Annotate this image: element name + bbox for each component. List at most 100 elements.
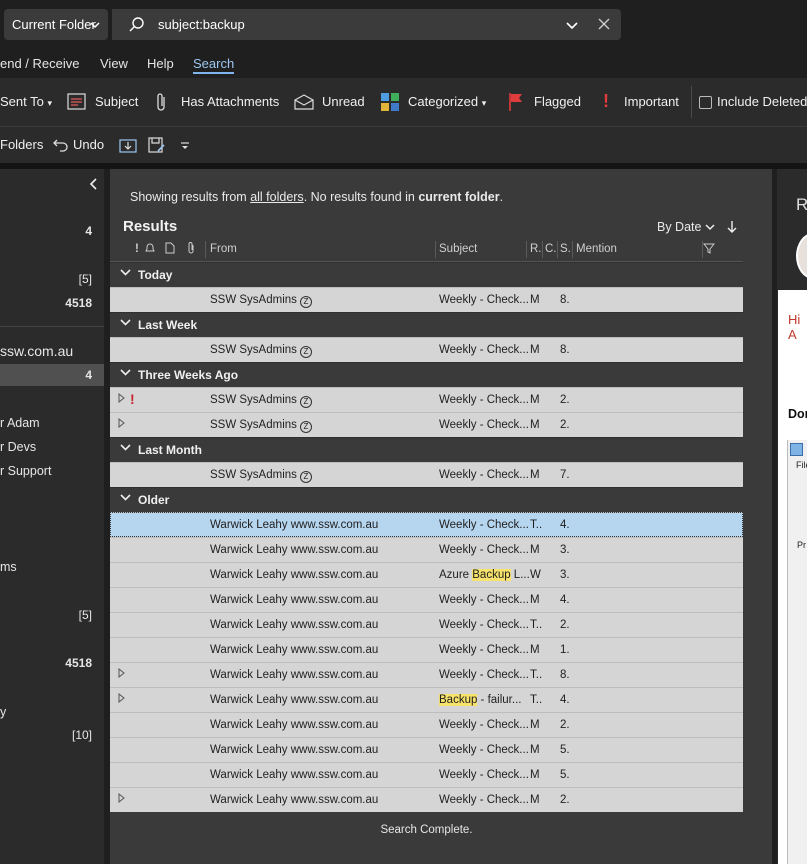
chevron-down-icon[interactable] [120,266,131,281]
folder-item-devs[interactable]: r Devs [0,440,36,454]
categories-column-header[interactable]: C. [545,243,557,255]
collapse-pane-icon[interactable] [89,178,97,193]
from-column-header[interactable]: From [210,243,237,255]
subject-column-header[interactable]: Subject [439,243,477,255]
sent-to-button[interactable]: Sent To ▾ [0,94,52,109]
message-row[interactable]: Warwick Leahy www.ssw.com.au Weekly - Che… [110,737,743,762]
customize-toolbar-icon[interactable] [180,139,190,154]
message-row[interactable]: Warwick Leahy www.ssw.com.au Weekly - Che… [110,512,743,537]
search-input[interactable]: subject:backup [112,9,621,40]
important-button[interactable]: Important [624,94,679,109]
sender-name: SSW SysAdmins [210,419,297,431]
message-row[interactable]: Warwick Leahy www.ssw.com.au Weekly - Che… [110,537,743,562]
message-received: W [530,569,541,581]
tab-send-receive[interactable]: end / Receive [0,56,80,71]
reading-subject-initial: R [796,195,807,214]
expand-conversation-icon[interactable] [118,667,125,681]
size-column-header[interactable]: S. [560,243,571,255]
message-from: Warwick Leahy www.ssw.com.au [210,644,378,656]
folder-item-ms[interactable]: ms [0,560,17,574]
unread-button[interactable]: Unread [322,94,365,109]
save-search-icon[interactable] [148,137,166,156]
message-row[interactable]: Warwick Leahy www.ssw.com.au Weekly - Che… [110,587,743,612]
move-to-folder-icon[interactable] [119,137,137,156]
chevron-down-icon[interactable] [120,316,131,331]
message-row[interactable]: ! SSW SysAdmins Z Weekly - Check... M 2. [110,387,743,412]
importance-column-icon[interactable]: ! [135,243,139,255]
search-options-chevron-icon[interactable] [566,19,578,34]
received-column-header[interactable]: R. [530,243,542,255]
search-scope-label: Current Folder [12,17,96,32]
group-header[interactable]: Last Week [110,312,743,337]
expand-conversation-icon[interactable] [118,692,125,706]
icon-column-icon[interactable] [165,242,175,257]
undo-button[interactable]: Undo [73,137,104,152]
message-from: Warwick Leahy www.ssw.com.au [210,744,378,756]
message-row[interactable]: SSW SysAdmins Z Weekly - Check... M 2. [110,412,743,437]
reminder-column-icon[interactable] [144,242,156,257]
folders-button[interactable]: Folders [0,137,43,152]
mention-column-header[interactable]: Mention [576,243,617,255]
tab-help[interactable]: Help [147,56,174,71]
expand-conversation-icon[interactable] [118,792,125,806]
message-row[interactable]: Warwick Leahy www.ssw.com.au Weekly - Che… [110,612,743,637]
attachment-column-icon[interactable] [188,242,196,257]
sort-by-dropdown[interactable]: By Date [657,220,715,234]
message-received: M [530,394,540,406]
tab-search[interactable]: Search [193,56,234,71]
message-subject: Weekly - Check... [439,619,529,631]
filter-icon[interactable] [702,242,716,257]
message-row[interactable]: Warwick Leahy www.ssw.com.au Azure Backup… [110,562,743,587]
account-name[interactable]: ssw.com.au [0,343,73,359]
message-size: 3. [560,544,570,556]
group-header[interactable]: Older [110,487,743,512]
chevron-down-icon[interactable] [120,366,131,381]
message-row[interactable]: Warwick Leahy www.ssw.com.au Weekly - Che… [110,712,743,737]
include-deleted-checkbox[interactable] [699,96,712,109]
subject-button[interactable]: Subject [95,94,138,109]
high-importance-icon: ! [130,391,135,407]
flagged-button[interactable]: Flagged [534,94,581,109]
search-scope-dropdown[interactable]: Current Folder [4,9,108,40]
message-received: M [530,594,540,606]
message-from: SSW SysAdmins Z [210,469,312,483]
expand-conversation-icon[interactable] [118,417,125,431]
message-size: 8. [560,294,570,306]
message-row[interactable]: SSW SysAdmins Z Weekly - Check... M 7. [110,462,743,487]
group-header[interactable]: Last Month [110,437,743,462]
message-row[interactable]: SSW SysAdmins Z Weekly - Check... M 8. [110,287,743,312]
message-row[interactable]: Warwick Leahy www.ssw.com.au Backup - fai… [110,687,743,712]
message-row[interactable]: Warwick Leahy www.ssw.com.au Weekly - Che… [110,787,743,812]
contact-status-icon: Z [299,296,312,308]
message-from: Warwick Leahy www.ssw.com.au [210,619,378,631]
chevron-down-icon: ▾ [47,98,53,108]
sender-avatar[interactable] [796,233,807,279]
has-attachments-button[interactable]: Has Attachments [181,94,279,109]
sort-direction-icon[interactable] [727,220,737,237]
column-divider [435,241,436,258]
search-status: Search Complete. [380,824,473,836]
group-header[interactable]: Three Weeks Ago [110,362,743,387]
group-header[interactable]: Today [110,262,743,287]
categorized-button[interactable]: Categorized ▾ [408,94,486,109]
chevron-down-icon[interactable] [120,441,131,456]
file-menu: File [796,460,807,470]
message-from: SSW SysAdmins Z [210,344,312,358]
message-row[interactable]: SSW SysAdmins Z Weekly - Check... M 8. [110,337,743,362]
message-row[interactable]: Warwick Leahy www.ssw.com.au Weekly - Che… [110,662,743,687]
exclamation-icon: ! [603,91,609,111]
folder-item-y[interactable]: y [0,705,6,719]
message-subject: Weekly - Check... [439,519,529,531]
group-label: Last Month [138,443,202,457]
message-received: M [530,744,540,756]
folder-item-support[interactable]: r Support [0,464,51,478]
tab-view[interactable]: View [100,56,128,71]
chevron-down-icon[interactable] [120,491,131,506]
all-folders-link[interactable]: all folders [250,190,304,204]
contact-status-icon: Z [299,421,312,433]
message-row[interactable]: Warwick Leahy www.ssw.com.au Weekly - Che… [110,637,743,662]
folder-item-adam[interactable]: r Adam [0,416,40,430]
expand-conversation-icon[interactable] [118,392,125,406]
close-icon[interactable] [598,18,610,33]
message-row[interactable]: Warwick Leahy www.ssw.com.au Weekly - Che… [110,762,743,787]
